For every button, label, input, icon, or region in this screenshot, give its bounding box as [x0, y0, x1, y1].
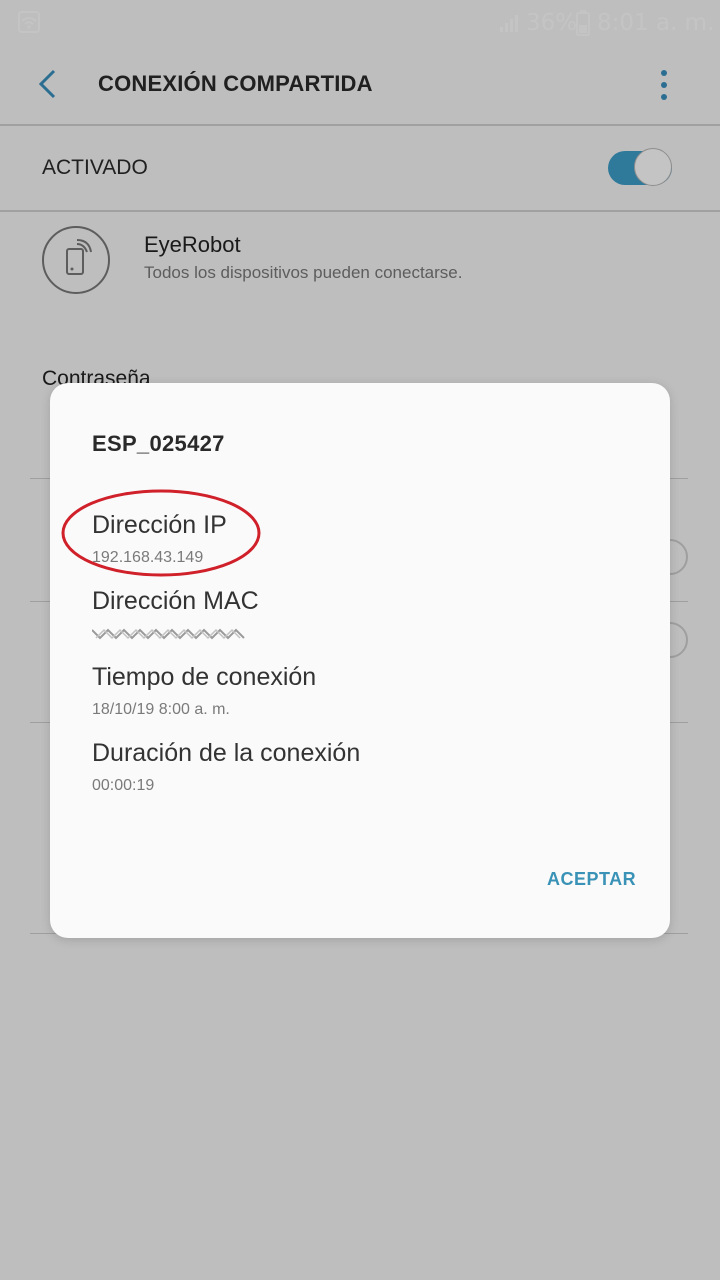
connection-duration-label: Duración de la conexión: [92, 739, 361, 767]
device-info-dialog: ESP_025427 Dirección IP 192.168.43.149 D…: [50, 383, 670, 938]
accept-button[interactable]: ACEPTAR: [547, 869, 636, 890]
connection-time-label: Tiempo de conexión: [92, 663, 317, 691]
highlight-ellipse-annotation: [60, 487, 262, 579]
mac-address-label: Dirección MAC: [92, 587, 259, 615]
dialog-title: ESP_025427: [92, 431, 225, 456]
connection-time-value: 18/10/19 8:00 a. m.: [92, 701, 230, 718]
connection-duration-value: 00:00:19: [92, 777, 155, 794]
mac-address-redaction: [91, 627, 248, 641]
